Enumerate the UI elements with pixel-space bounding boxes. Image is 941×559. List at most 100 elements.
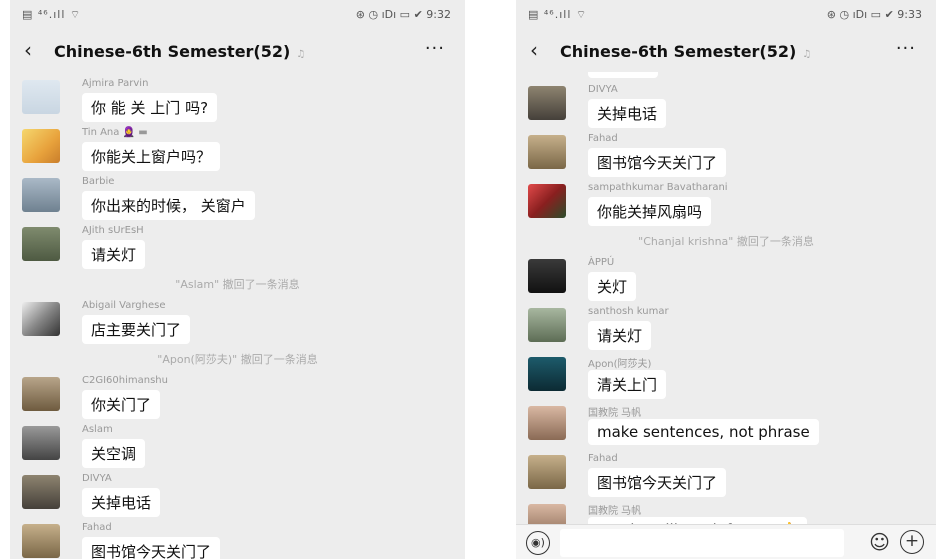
message-bubble[interactable]: make sentences, not phrase	[588, 419, 819, 445]
emoji-icon[interactable]: ☺	[869, 530, 890, 554]
message-bubble[interactable]: 你 能 关 上门 吗?	[82, 93, 218, 122]
message-bubble[interactable]: 关空调	[82, 439, 146, 468]
chat-screen-right: ▤ ⁴⁶.ıll ⌔ ⊛ ◷ ıDı ▭ ✔ 9:33 ‹ Chinese-6t…	[516, 0, 936, 559]
message-row: C2GI60himanshu 你关门了	[10, 375, 465, 420]
message-bubble[interactable]: 你出来的时候， 关窗户	[82, 191, 255, 220]
message-row: DIVYA 关掉电话	[516, 84, 936, 129]
sender-name: santhosh kumar	[588, 306, 669, 317]
sender-name: 国教院 马帆	[588, 506, 642, 517]
avatar[interactable]	[22, 302, 60, 336]
avatar[interactable]	[528, 455, 566, 489]
sender-name: DIVYA	[588, 84, 618, 95]
signal-status: ▤ ⁴⁶.ıll ⌔	[22, 8, 82, 21]
message-row: Barbie 你出来的时候， 关窗户	[10, 176, 465, 221]
message-row: Ajmira Parvin 你 能 关 上门 吗?	[10, 78, 465, 123]
message-bubble[interactable]: 清关上门	[588, 370, 667, 399]
message-row: DIVYA 关掉电话	[10, 473, 465, 518]
message-row: Tin Ana 🧕 ▬ 你能关上窗户吗？	[10, 127, 465, 172]
sender-name: Barbie	[82, 176, 115, 187]
avatar[interactable]	[528, 406, 566, 440]
recall-notice: "Aslam" 撤回了一条消息	[175, 278, 300, 291]
avatar[interactable]	[22, 377, 60, 411]
sender-name: ÀPPÚ	[588, 257, 615, 268]
avatar[interactable]	[528, 184, 566, 218]
more-icon[interactable]: ···	[896, 38, 916, 59]
status-bar: ▤ ⁴⁶.ıll ⌔ ⊛ ◷ ıDı ▭ ✔ 9:33	[516, 0, 936, 26]
sender-name: C2GI60himanshu	[82, 375, 168, 386]
avatar[interactable]	[22, 524, 60, 558]
message-bubble[interactable]: 图书馆今天关门了	[82, 537, 221, 559]
sender-name: DIVYA	[82, 473, 112, 484]
message-row: Abigail Varghese 店主要关门了	[10, 300, 465, 345]
avatar[interactable]	[22, 80, 60, 114]
recall-notice: "Apon(阿莎夫)" 撤回了一条消息	[157, 353, 318, 366]
message-row: AJith sUrEsH 请关灯	[10, 225, 465, 270]
more-icon[interactable]: ···	[425, 38, 445, 59]
message-row: Fahad 图书馆今天关门了	[516, 133, 936, 178]
recall-notice: "Chanjal krishna" 撤回了一条消息	[638, 235, 814, 248]
message-bubble[interactable]: 店主要关门了	[82, 315, 191, 344]
plus-icon[interactable]: +	[900, 530, 924, 554]
message-row: Apon(阿莎夫) 清关上门	[516, 355, 936, 400]
signal-status: ▤ ⁴⁶.ıll ⌔	[528, 8, 588, 21]
sender-name: AJith sUrEsH	[82, 225, 144, 236]
message-row: santhosh kumar 请关灯	[516, 306, 936, 351]
message-bubble[interactable]: 你能关掉风扇吗	[588, 197, 712, 226]
message-bubble[interactable]: 请关灯	[588, 321, 652, 350]
message-row: Aslam 关空调	[10, 424, 465, 469]
clock-status: ⊛ ◷ ıDı ▭ ✔ 9:32	[355, 8, 451, 21]
status-bar: ▤ ⁴⁶.ıll ⌔ ⊛ ◷ ıDı ▭ ✔ 9:32	[10, 0, 465, 26]
message-row: Fahad 图书馆今天关门了	[516, 453, 936, 498]
sender-name: Fahad	[588, 453, 618, 464]
sender-name: Abigail Varghese	[82, 300, 166, 311]
avatar[interactable]	[528, 135, 566, 169]
sender-name: Fahad	[82, 522, 112, 533]
avatar[interactable]	[528, 357, 566, 391]
chat-screen-left: ▤ ⁴⁶.ıll ⌔ ⊛ ◷ ıDı ▭ ✔ 9:32 ‹ Chinese-6t…	[10, 0, 465, 559]
message-list[interactable]: Ajmira Parvin 你 能 关 上门 吗? Tin Ana 🧕 ▬ 你能关上窗…	[10, 74, 465, 559]
message-bubble[interactable]: 请关灯	[82, 240, 146, 269]
avatar[interactable]	[528, 86, 566, 120]
sender-name: Tin Ana 🧕 ▬	[82, 127, 148, 138]
avatar[interactable]	[528, 308, 566, 342]
chat-title: Chinese-6th Semester(52) ♫	[54, 42, 305, 61]
chat-title-text: Chinese-6th Semester(52)	[54, 42, 291, 61]
sender-name: Ajmira Parvin	[82, 78, 149, 89]
sender-name: sampathkumar Bavatharani	[588, 182, 728, 193]
back-icon[interactable]: ‹	[530, 38, 538, 62]
message-list[interactable]: DIVYA 关掉电话 Fahad 图书馆今天关门了 sampathkumar Bavat…	[516, 72, 936, 559]
mute-icon: ♫	[802, 49, 812, 60]
back-icon[interactable]: ‹	[24, 38, 32, 62]
avatar[interactable]	[22, 129, 60, 163]
avatar[interactable]	[22, 178, 60, 212]
input-bar: ◉) ☺ +	[516, 524, 936, 559]
message-row: Fahad 图书馆今天关门了	[10, 522, 465, 559]
message-bubble[interactable]: 图书馆今天关门了	[588, 468, 727, 497]
message-row: sampathkumar Bavatharani 你能关掉风扇吗	[516, 182, 936, 227]
message-row: ÀPPÚ 关灯	[516, 257, 936, 302]
message-row: 国教院 马帆 make sentences, not phrase	[516, 404, 936, 449]
message-bubble[interactable]: 你关门了	[82, 390, 161, 419]
chat-title-text: Chinese-6th Semester(52)	[560, 42, 797, 61]
mute-icon: ♫	[296, 49, 306, 60]
avatar[interactable]	[22, 475, 60, 509]
avatar[interactable]	[22, 227, 60, 261]
message-bubble[interactable]: 关灯	[588, 272, 637, 301]
sender-name: Apon(阿莎夫)	[588, 359, 652, 370]
sender-name: Aslam	[82, 424, 113, 435]
title-bar: ‹ Chinese-6th Semester(52) ♫ ···	[10, 30, 465, 70]
sender-name: 国教院 马帆	[588, 408, 642, 419]
message-bubble[interactable]: 关掉电话	[588, 99, 667, 128]
message-bubble[interactable]: 你能关上窗户吗？	[82, 142, 221, 171]
avatar[interactable]	[22, 426, 60, 460]
sender-name: Fahad	[588, 133, 618, 144]
avatar[interactable]	[528, 259, 566, 293]
title-bar: ‹ Chinese-6th Semester(52) ♫ ···	[516, 30, 936, 70]
message-bubble[interactable]: 图书馆今天关门了	[588, 148, 727, 177]
partial-bubble	[588, 72, 658, 78]
message-input[interactable]	[560, 529, 844, 557]
chat-title: Chinese-6th Semester(52) ♫	[560, 42, 811, 61]
clock-status: ⊛ ◷ ıDı ▭ ✔ 9:33	[826, 8, 922, 21]
voice-icon[interactable]: ◉)	[526, 531, 550, 555]
message-bubble[interactable]: 关掉电话	[82, 488, 161, 517]
